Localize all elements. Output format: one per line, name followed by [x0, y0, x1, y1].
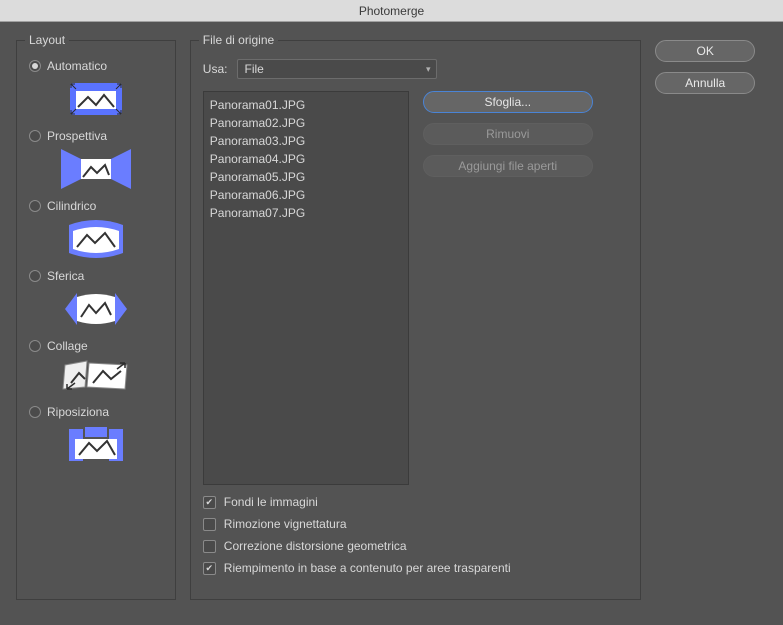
- layout-thumb-prospettiva: [29, 149, 163, 189]
- use-label: Usa:: [203, 62, 228, 76]
- checkbox-vignette-removal[interactable]: Rimozione vignettatura: [203, 517, 628, 531]
- use-select[interactable]: File ▾: [237, 59, 437, 79]
- file-list-item[interactable]: Panorama01.JPG: [210, 96, 402, 114]
- radio-icon: [29, 406, 41, 418]
- layout-label: Riposiziona: [47, 405, 109, 419]
- layout-thumb-sferica: [29, 289, 163, 329]
- layout-radio-automatico[interactable]: Automatico: [29, 59, 163, 73]
- cancel-button[interactable]: Annulla: [655, 72, 755, 94]
- layout-label: Cilindrico: [47, 199, 96, 213]
- radio-icon: [29, 130, 41, 142]
- checkbox-label: Riempimento in base a contenuto per aree…: [224, 561, 511, 575]
- layout-thumb-collage: [29, 359, 163, 395]
- button-label: Annulla: [685, 76, 725, 90]
- layout-label: Automatico: [47, 59, 107, 73]
- checkbox-icon: [203, 496, 216, 509]
- dialog-buttons: OK Annulla: [655, 40, 767, 605]
- source-panel: File di origine Usa: File ▾ Panorama01.J…: [190, 40, 641, 600]
- radio-icon: [29, 60, 41, 72]
- button-label: OK: [696, 44, 713, 58]
- chevron-down-icon: ▾: [426, 64, 431, 75]
- file-list-item[interactable]: Panorama04.JPG: [210, 150, 402, 168]
- button-label: Rimuovi: [486, 127, 529, 141]
- use-row: Usa: File ▾: [203, 59, 628, 79]
- radio-icon: [29, 340, 41, 352]
- layout-panel: Layout Automatico Prospettiva: [16, 40, 176, 600]
- layout-radio-sferica[interactable]: Sferica: [29, 269, 163, 283]
- use-select-value: File: [244, 62, 263, 76]
- file-list-item[interactable]: Panorama05.JPG: [210, 168, 402, 186]
- button-label: Sfoglia...: [484, 95, 531, 109]
- checkbox-blend-images[interactable]: Fondi le immagini: [203, 495, 628, 509]
- layout-radio-prospettiva[interactable]: Prospettiva: [29, 129, 163, 143]
- file-list-item[interactable]: Panorama07.JPG: [210, 204, 402, 222]
- layout-label: Prospettiva: [47, 129, 107, 143]
- layout-radio-cilindrico[interactable]: Cilindrico: [29, 199, 163, 213]
- checkbox-label: Rimozione vignettatura: [224, 517, 347, 531]
- checkbox-content-aware-fill[interactable]: Riempimento in base a contenuto per aree…: [203, 561, 628, 575]
- ok-button[interactable]: OK: [655, 40, 755, 62]
- radio-icon: [29, 270, 41, 282]
- checkbox-geometric-distortion[interactable]: Correzione distorsione geometrica: [203, 539, 628, 553]
- file-list-item[interactable]: Panorama02.JPG: [210, 114, 402, 132]
- add-open-files-button[interactable]: Aggiungi file aperti: [423, 155, 593, 177]
- checkbox-icon: [203, 540, 216, 553]
- layout-label: Collage: [47, 339, 88, 353]
- dialog-titlebar: Photomerge: [0, 0, 783, 22]
- button-label: Aggiungi file aperti: [458, 159, 557, 173]
- layout-radio-collage[interactable]: Collage: [29, 339, 163, 353]
- dialog-body: Layout Automatico Prospettiva: [0, 22, 783, 625]
- remove-button[interactable]: Rimuovi: [423, 123, 593, 145]
- browse-button[interactable]: Sfoglia...: [423, 91, 593, 113]
- layout-legend: Layout: [25, 33, 69, 47]
- checkbox-icon: [203, 562, 216, 575]
- file-list-item[interactable]: Panorama03.JPG: [210, 132, 402, 150]
- file-list[interactable]: Panorama01.JPGPanorama02.JPGPanorama03.J…: [203, 91, 409, 485]
- layout-thumb-automatico: [29, 79, 163, 119]
- layout-thumb-cilindrico: [29, 219, 163, 259]
- checkbox-label: Fondi le immagini: [224, 495, 318, 509]
- checkbox-label: Correzione distorsione geometrica: [224, 539, 407, 553]
- options-block: Fondi le immagini Rimozione vignettatura…: [203, 495, 628, 575]
- source-legend: File di origine: [199, 33, 278, 47]
- layout-label: Sferica: [47, 269, 84, 283]
- file-list-item[interactable]: Panorama06.JPG: [210, 186, 402, 204]
- layout-radio-riposiziona[interactable]: Riposiziona: [29, 405, 163, 419]
- dialog-title: Photomerge: [359, 4, 424, 18]
- layout-thumb-riposiziona: [29, 425, 163, 465]
- checkbox-icon: [203, 518, 216, 531]
- radio-icon: [29, 200, 41, 212]
